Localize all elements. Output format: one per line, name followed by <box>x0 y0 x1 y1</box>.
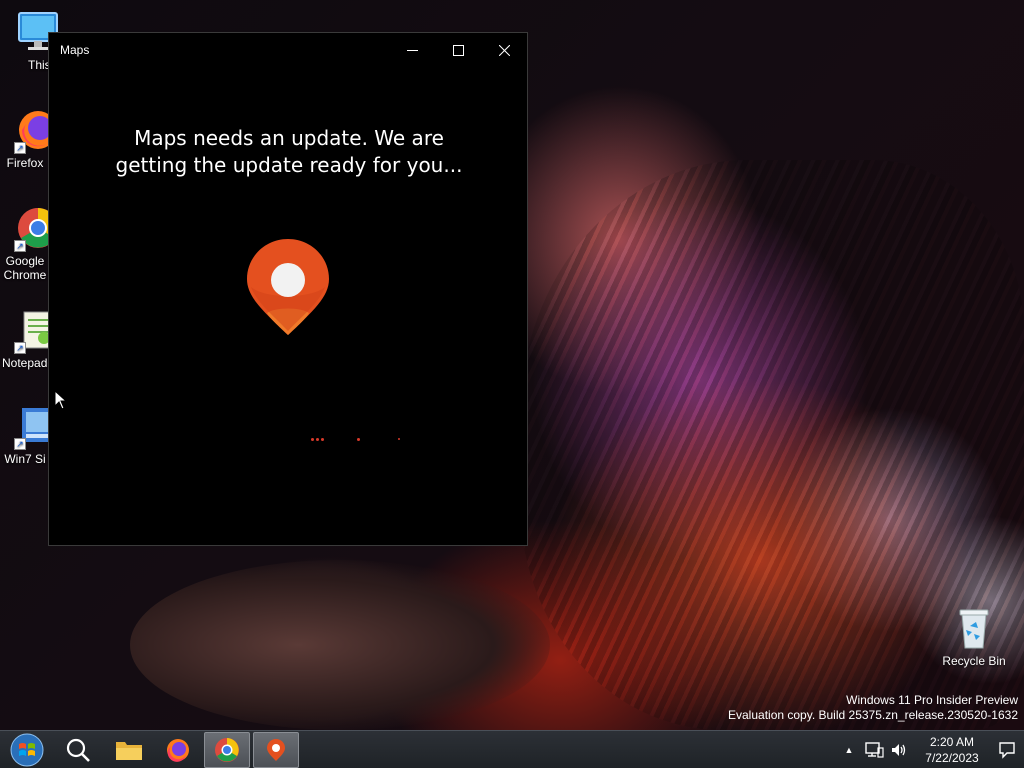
system-tray: ▲ 2:20 AM 7/22/2023 <box>842 731 1016 768</box>
volume-icon[interactable] <box>890 741 908 759</box>
show-hidden-icons-button[interactable]: ▲ <box>842 745 856 755</box>
loading-dot <box>316 438 319 441</box>
desktop-icon-label: Recycle Bin <box>942 654 1006 668</box>
chrome-icon <box>215 738 239 762</box>
watermark-line2: Evaluation copy. Build 25375.zn_release.… <box>728 708 1018 722</box>
maps-pin-icon <box>267 739 285 761</box>
taskbar-clock[interactable]: 2:20 AM 7/22/2023 <box>920 734 984 766</box>
clock-time: 2:20 AM <box>929 735 975 749</box>
clock-date: 7/22/2023 <box>925 751 979 765</box>
close-button[interactable] <box>481 33 527 67</box>
network-icon[interactable] <box>864 741 884 759</box>
maximize-icon <box>452 44 464 56</box>
maximize-button[interactable] <box>435 33 481 67</box>
shortcut-arrow-icon: ↗ <box>14 342 26 354</box>
taskbar-firefox[interactable] <box>155 732 201 768</box>
title-bar[interactable]: Maps <box>49 33 527 67</box>
window-title: Maps <box>60 43 90 57</box>
mouse-cursor-icon <box>54 390 68 410</box>
loading-dot <box>321 438 324 441</box>
maps-pin-icon <box>247 239 329 335</box>
shortcut-arrow-icon: ↗ <box>14 240 26 252</box>
taskbar: ▲ 2:20 AM 7/22/2023 <box>0 730 1024 768</box>
desktop-icon-recycle-bin[interactable]: Recycle Bin <box>938 606 1010 668</box>
taskbar-maps[interactable] <box>253 732 299 768</box>
minimize-icon <box>406 49 418 51</box>
watermark-line1: Windows 11 Pro Insider Preview <box>846 693 1018 707</box>
loading-dot <box>357 438 360 441</box>
wallpaper-blob <box>130 560 550 730</box>
window-controls <box>389 33 527 67</box>
shortcut-arrow-icon: ↗ <box>14 142 26 154</box>
action-center-icon[interactable] <box>998 741 1016 759</box>
shortcut-arrow-icon: ↗ <box>14 438 26 450</box>
firefox-icon <box>167 739 189 762</box>
taskbar-file-explorer[interactable] <box>106 732 152 768</box>
start-button[interactable] <box>4 732 50 768</box>
loading-dot <box>311 438 314 441</box>
folder-icon <box>116 742 142 760</box>
evaluation-watermark: Windows 11 Pro Insider Preview Evaluatio… <box>728 693 1018 723</box>
loading-indicator <box>311 436 411 444</box>
recycle-bin-icon <box>952 606 996 650</box>
taskbar-chrome[interactable] <box>204 732 250 768</box>
windows-orb-icon <box>10 733 44 767</box>
maps-window[interactable]: Maps Maps needs an update. We are gettin… <box>48 32 528 546</box>
desktop-icon-label: Win7 Si <box>4 452 46 466</box>
search-button[interactable] <box>55 732 101 768</box>
desktop-icon-label: Notepad++ <box>2 356 48 370</box>
desktop-icon-label: This PC <box>28 58 48 72</box>
desktop-icon-label: Google Chrome <box>3 254 47 282</box>
loading-dot <box>398 438 400 440</box>
close-icon <box>498 44 510 56</box>
search-icon <box>66 738 90 762</box>
update-message: Maps needs an update. We are getting the… <box>115 126 463 177</box>
desktop-icon-label: Firefox <box>6 156 44 170</box>
minimize-button[interactable] <box>389 33 435 67</box>
